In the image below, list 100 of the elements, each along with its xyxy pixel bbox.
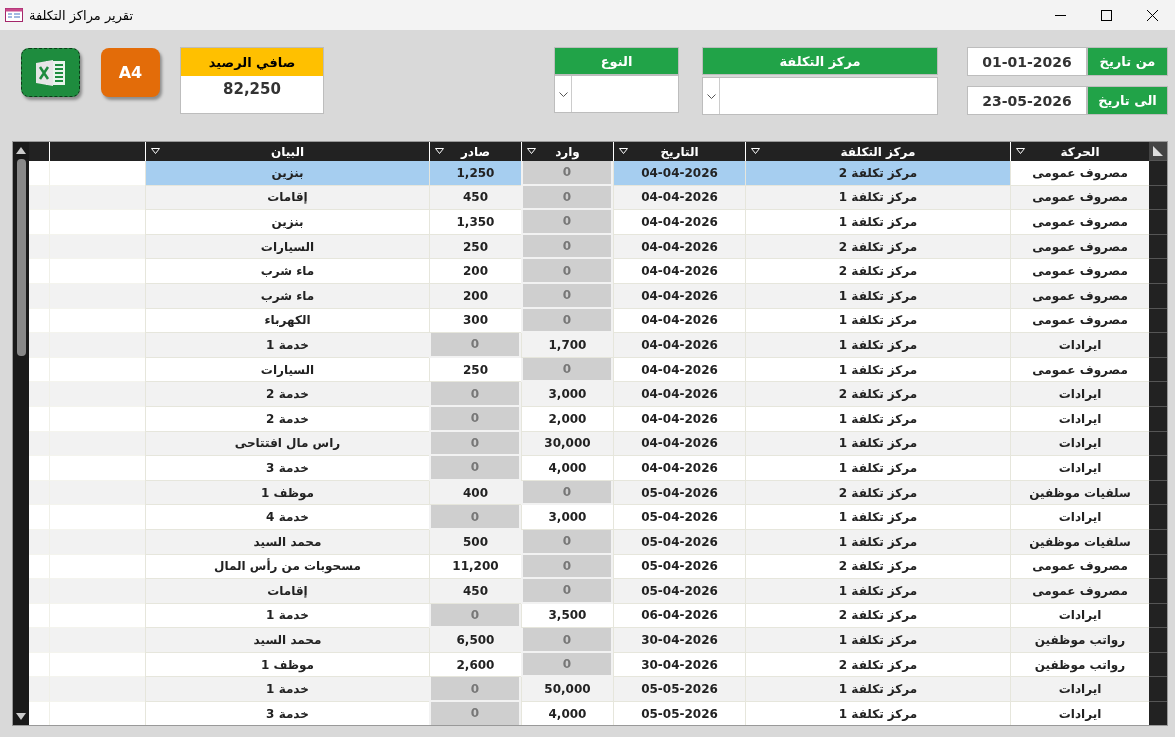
date-from-label: من تاريخ [1087, 47, 1168, 76]
table-cell: خدمة 2 [145, 382, 429, 407]
table-cell: مركز تكلفة 1 [745, 529, 1010, 555]
table-cell: مركز تكلفة 1 [745, 431, 1010, 457]
table-cell: 04-04-2026 [613, 283, 745, 309]
table-cell: 1,250 [429, 161, 521, 186]
filter-arrow-icon[interactable] [751, 148, 760, 154]
row-selector[interactable] [1149, 677, 1167, 703]
row-selector[interactable] [1149, 283, 1167, 309]
table-cell: مركز تكلفة 2 [745, 259, 1010, 284]
table-cell: مركز تكلفة 1 [745, 283, 1010, 309]
filter-arrow-icon[interactable] [527, 148, 536, 154]
table-cell: 200 [429, 283, 521, 309]
filter-arrow-icon[interactable] [1016, 148, 1025, 154]
table-cell: 05-05-2026 [613, 677, 745, 703]
table-cell: ايرادات [1010, 406, 1149, 432]
date-to-label: الى تاريخ [1087, 86, 1168, 115]
table-cell: 500 [429, 529, 521, 555]
table-cell: 04-04-2026 [613, 333, 745, 358]
table-cell: 0 [429, 677, 521, 703]
table-cell: 0 [521, 161, 613, 186]
table-cell: ايرادات [1010, 505, 1149, 530]
row-selector[interactable] [1149, 406, 1167, 432]
row-selector[interactable] [1149, 529, 1167, 555]
table-cell: موظف 1 [145, 480, 429, 506]
table-cell: 0 [521, 480, 613, 506]
type-dropdown[interactable] [554, 75, 679, 113]
scrollbar-thumb[interactable] [17, 159, 26, 356]
table-cell: مركز تكلفة 2 [745, 382, 1010, 407]
table-cell: 05-04-2026 [613, 480, 745, 506]
table-cell: 1,700 [521, 333, 613, 358]
row-selector[interactable] [1149, 652, 1167, 678]
table-cell: 05-04-2026 [613, 579, 745, 604]
table-cell: 05-04-2026 [613, 505, 745, 530]
filter-arrow-icon[interactable] [435, 148, 444, 154]
table-cell: 04-04-2026 [613, 456, 745, 481]
scroll-down-icon[interactable] [16, 713, 26, 720]
row-selector[interactable] [1149, 259, 1167, 284]
filter-label: مركز التكلفة [702, 47, 938, 75]
table-cell: 0 [521, 357, 613, 383]
maximize-icon[interactable] [1100, 9, 1112, 21]
scroll-up-icon[interactable] [16, 147, 26, 154]
table-cell: 0 [521, 308, 613, 334]
row-selector[interactable] [1149, 456, 1167, 481]
row-selector[interactable] [1149, 382, 1167, 407]
row-selector[interactable] [1149, 357, 1167, 383]
table-cell: 0 [521, 652, 613, 678]
table-cell: ايرادات [1010, 456, 1149, 481]
table-cell: 0 [521, 234, 613, 260]
close-icon[interactable] [1146, 9, 1158, 21]
row-selector[interactable] [1149, 234, 1167, 260]
row-selector[interactable] [1149, 579, 1167, 604]
table-cell: 0 [429, 603, 521, 629]
table-cell: إقامات [145, 579, 429, 604]
excel-export-button[interactable] [21, 48, 80, 97]
table-cell: 0 [429, 456, 521, 481]
table-cell: 0 [521, 628, 613, 653]
table-cell: مركز تكلفة 1 [745, 579, 1010, 604]
table-cell: 0 [429, 333, 521, 358]
table-cell: 1,350 [429, 210, 521, 235]
table-cell: 0 [521, 579, 613, 604]
chevron-down-icon [558, 91, 568, 97]
table-cell: خدمة 3 [145, 702, 429, 725]
table-cell: 04-04-2026 [613, 431, 745, 457]
vertical-scrollbar[interactable] [13, 142, 29, 725]
row-selector[interactable] [1149, 628, 1167, 653]
select-all-corner[interactable] [1149, 142, 1167, 161]
minimize-icon[interactable] [1054, 14, 1066, 16]
chevron-down-icon [706, 93, 716, 99]
date-from-field[interactable]: 01-01-2026 [967, 47, 1087, 76]
row-selector[interactable] [1149, 480, 1167, 506]
date-to-field[interactable]: 23-05-2026 [967, 86, 1087, 115]
cost-center-dropdown[interactable] [702, 77, 938, 115]
table-cell: خدمة 1 [145, 333, 429, 358]
corner-triangle-icon [1152, 145, 1164, 157]
table-cell: 04-04-2026 [613, 406, 745, 432]
table-cell: مصروف عمومى [1010, 185, 1149, 211]
table-cell: خدمة 4 [145, 505, 429, 530]
table-cell: ايرادات [1010, 702, 1149, 725]
filter-arrow-icon[interactable] [619, 148, 628, 154]
row-selector[interactable] [1149, 505, 1167, 530]
table-cell: 3,000 [521, 382, 613, 407]
table-cell: ايرادات [1010, 333, 1149, 358]
spreadsheet-icon [35, 58, 66, 87]
row-selector[interactable] [1149, 603, 1167, 629]
table-cell: 04-04-2026 [613, 234, 745, 260]
filter-arrow-icon[interactable] [151, 148, 160, 154]
column-header[interactable]: الحركة [1010, 142, 1149, 161]
row-selector[interactable] [1149, 333, 1167, 358]
table-cell: 04-04-2026 [613, 382, 745, 407]
row-selector[interactable] [1149, 308, 1167, 334]
table-cell: 450 [429, 579, 521, 604]
table-cell: محمد السيد [145, 628, 429, 653]
table-cell: 0 [521, 554, 613, 580]
row-selector[interactable] [1149, 185, 1167, 211]
row-selector[interactable] [1149, 431, 1167, 457]
form-icon [5, 8, 23, 22]
row-selector[interactable] [1149, 554, 1167, 580]
row-selector[interactable] [1149, 210, 1167, 235]
table-cell: 450 [429, 185, 521, 211]
